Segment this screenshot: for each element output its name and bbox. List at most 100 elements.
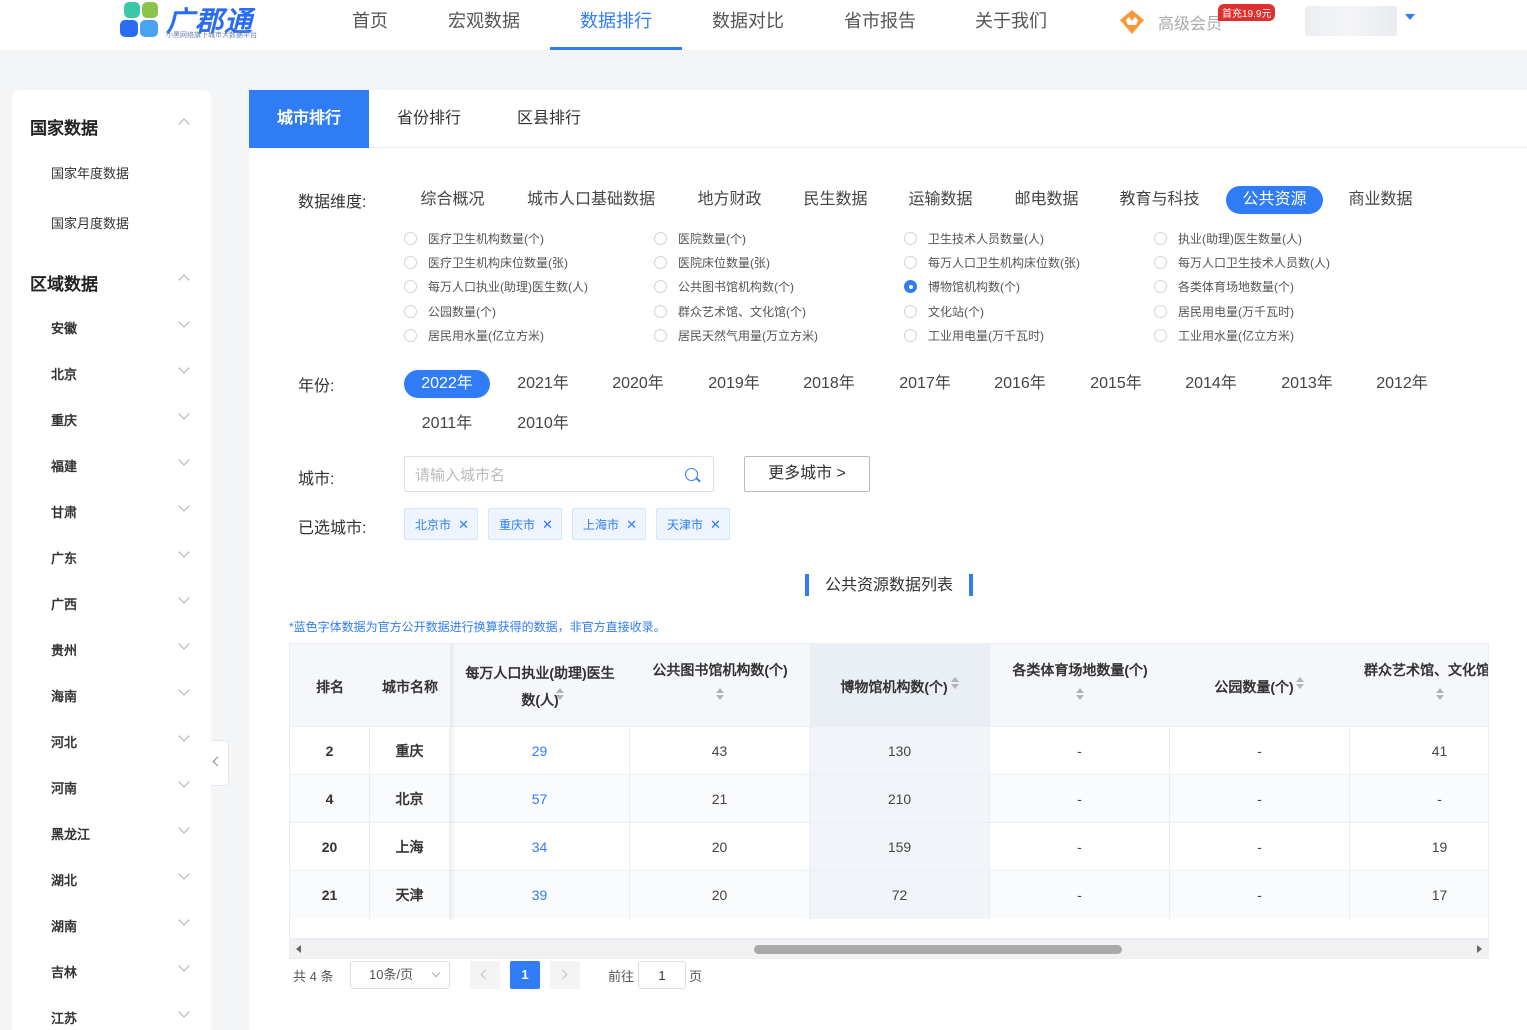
chevron-down-icon[interactable] <box>178 868 190 880</box>
year-option-2011[interactable]: 2011年 <box>404 410 490 438</box>
chevron-up-icon[interactable] <box>178 118 190 130</box>
chevron-down-icon[interactable] <box>1405 14 1415 20</box>
year-option-2010[interactable]: 2010年 <box>500 410 586 438</box>
tab-county-ranking[interactable]: 区县排行 <box>489 90 609 148</box>
tab-province-ranking[interactable]: 省份排行 <box>369 90 489 148</box>
sidebar-item-anhui[interactable]: 安徽 <box>51 318 77 337</box>
sidebar-item-hubei[interactable]: 湖北 <box>51 870 77 889</box>
sidebar-group-national[interactable]: 国家数据 <box>30 114 98 139</box>
sort-icon[interactable] <box>715 688 725 702</box>
chevron-down-icon[interactable] <box>178 638 190 650</box>
scroll-right-icon[interactable] <box>1477 945 1482 953</box>
close-icon[interactable]: ✕ <box>710 509 721 541</box>
table-horizontal-scrollbar[interactable] <box>289 939 1489 959</box>
nav-data-ranking[interactable]: 数据排行 <box>550 0 682 50</box>
chevron-down-icon[interactable] <box>178 684 190 696</box>
tab-city-ranking[interactable]: 城市排行 <box>249 90 369 148</box>
nav-about[interactable]: 关于我们 <box>971 0 1051 50</box>
dimension-population[interactable]: 城市人口基础数据 <box>515 186 667 214</box>
dimension-transport[interactable]: 运输数据 <box>892 186 989 214</box>
column-header-parks[interactable]: 公园数量(个) <box>1170 644 1350 726</box>
chevron-down-icon[interactable] <box>178 546 190 558</box>
nav-macro-data[interactable]: 宏观数据 <box>444 0 524 50</box>
sort-icon[interactable] <box>950 677 960 691</box>
column-header-cultural-centers[interactable]: 群众艺术馆、文化馆 <box>1350 644 1488 726</box>
nav-reports[interactable]: 省市报告 <box>840 0 920 50</box>
sidebar-item-national-annual[interactable]: 国家年度数据 <box>51 163 129 182</box>
year-option-2015[interactable]: 2015年 <box>1073 370 1159 398</box>
close-icon[interactable]: ✕ <box>458 509 469 541</box>
sidebar-item-jiangsu[interactable]: 江苏 <box>51 1008 77 1027</box>
close-icon[interactable]: ✕ <box>542 509 553 541</box>
more-cities-button[interactable]: 更多城市 > <box>744 456 870 492</box>
sidebar-item-heilongjiang[interactable]: 黑龙江 <box>51 824 90 843</box>
user-avatar[interactable] <box>1305 6 1397 36</box>
year-option-2018[interactable]: 2018年 <box>786 370 872 398</box>
sidebar-group-regional[interactable]: 区域数据 <box>30 270 98 295</box>
sort-icon[interactable] <box>555 688 565 702</box>
sidebar-item-beijing[interactable]: 北京 <box>51 364 77 383</box>
year-option-2017[interactable]: 2017年 <box>882 370 968 398</box>
close-icon[interactable]: ✕ <box>626 509 637 541</box>
year-option-2021[interactable]: 2021年 <box>500 370 586 398</box>
chevron-down-icon[interactable] <box>178 408 190 420</box>
search-icon[interactable] <box>685 468 698 481</box>
column-header-libraries[interactable]: 公共图书馆机构数(个) <box>630 644 810 726</box>
sidebar-item-national-monthly[interactable]: 国家月度数据 <box>51 213 129 232</box>
chevron-down-icon[interactable] <box>178 454 190 466</box>
dimension-livelihood[interactable]: 民生数据 <box>787 186 884 214</box>
goto-page-input[interactable] <box>638 961 686 989</box>
sidebar-collapse-button[interactable] <box>211 740 229 786</box>
dimension-education-tech[interactable]: 教育与科技 <box>1106 186 1213 214</box>
chevron-down-icon[interactable] <box>178 914 190 926</box>
year-option-2012[interactable]: 2012年 <box>1359 370 1445 398</box>
sidebar-item-guizhou[interactable]: 贵州 <box>51 640 77 659</box>
year-option-2022[interactable]: 2022年 <box>404 370 490 398</box>
city-search-input[interactable] <box>415 464 675 486</box>
prev-page-button[interactable] <box>470 961 500 989</box>
sidebar-item-fujian[interactable]: 福建 <box>51 456 77 475</box>
chevron-down-icon[interactable] <box>178 776 190 788</box>
nav-data-compare[interactable]: 数据对比 <box>708 0 788 50</box>
column-header-sports-venues[interactable]: 各类体育场地数量(个) <box>990 644 1170 726</box>
dimension-overview[interactable]: 综合概况 <box>404 186 501 214</box>
page-number-current[interactable]: 1 <box>510 961 540 989</box>
sidebar-item-guangxi[interactable]: 广西 <box>51 594 77 613</box>
scrollbar-thumb[interactable] <box>754 945 1122 954</box>
year-option-2014[interactable]: 2014年 <box>1168 370 1254 398</box>
brand-logo[interactable]: 广郡通 小黑网络旗下城市大数据平台 <box>120 2 290 42</box>
dimension-public-resources[interactable]: 公共资源 <box>1226 186 1323 214</box>
sidebar-item-gansu[interactable]: 甘肃 <box>51 502 77 521</box>
year-option-2013[interactable]: 2013年 <box>1264 370 1350 398</box>
dimension-post-telecom[interactable]: 邮电数据 <box>998 186 1095 214</box>
sidebar-item-hunan[interactable]: 湖南 <box>51 916 77 935</box>
sort-icon[interactable] <box>1435 688 1445 702</box>
sidebar-item-chongqing[interactable]: 重庆 <box>51 410 77 429</box>
next-page-button[interactable] <box>550 961 580 989</box>
sidebar-item-hainan[interactable]: 海南 <box>51 686 77 705</box>
chevron-down-icon[interactable] <box>178 316 190 328</box>
dimension-commerce[interactable]: 商业数据 <box>1332 186 1429 214</box>
year-option-2020[interactable]: 2020年 <box>595 370 681 398</box>
sort-icon[interactable] <box>1295 677 1305 691</box>
dimension-finance[interactable]: 地方财政 <box>681 186 778 214</box>
sidebar-item-henan[interactable]: 河南 <box>51 778 77 797</box>
chevron-down-icon[interactable] <box>178 362 190 374</box>
sidebar-item-jilin[interactable]: 吉林 <box>51 962 77 981</box>
year-option-2019[interactable]: 2019年 <box>691 370 777 398</box>
page-size-select[interactable]: 10条/页 <box>350 961 450 989</box>
chevron-up-icon[interactable] <box>178 274 190 286</box>
column-header-doctors[interactable]: 每万人口执业(助理)医生数(人) <box>450 644 630 726</box>
chevron-down-icon[interactable] <box>178 730 190 742</box>
chevron-down-icon[interactable] <box>178 960 190 972</box>
chevron-down-icon[interactable] <box>178 1006 190 1018</box>
nav-home[interactable]: 首页 <box>340 0 400 50</box>
sidebar-item-hebei[interactable]: 河北 <box>51 732 77 751</box>
year-option-2016[interactable]: 2016年 <box>977 370 1063 398</box>
scroll-left-icon[interactable] <box>296 945 301 953</box>
column-header-museums[interactable]: 博物馆机构数(个) <box>810 644 990 726</box>
sort-icon[interactable] <box>1075 688 1085 702</box>
sidebar-item-guangdong[interactable]: 广东 <box>51 548 77 567</box>
chevron-down-icon[interactable] <box>178 592 190 604</box>
chevron-down-icon[interactable] <box>178 822 190 834</box>
